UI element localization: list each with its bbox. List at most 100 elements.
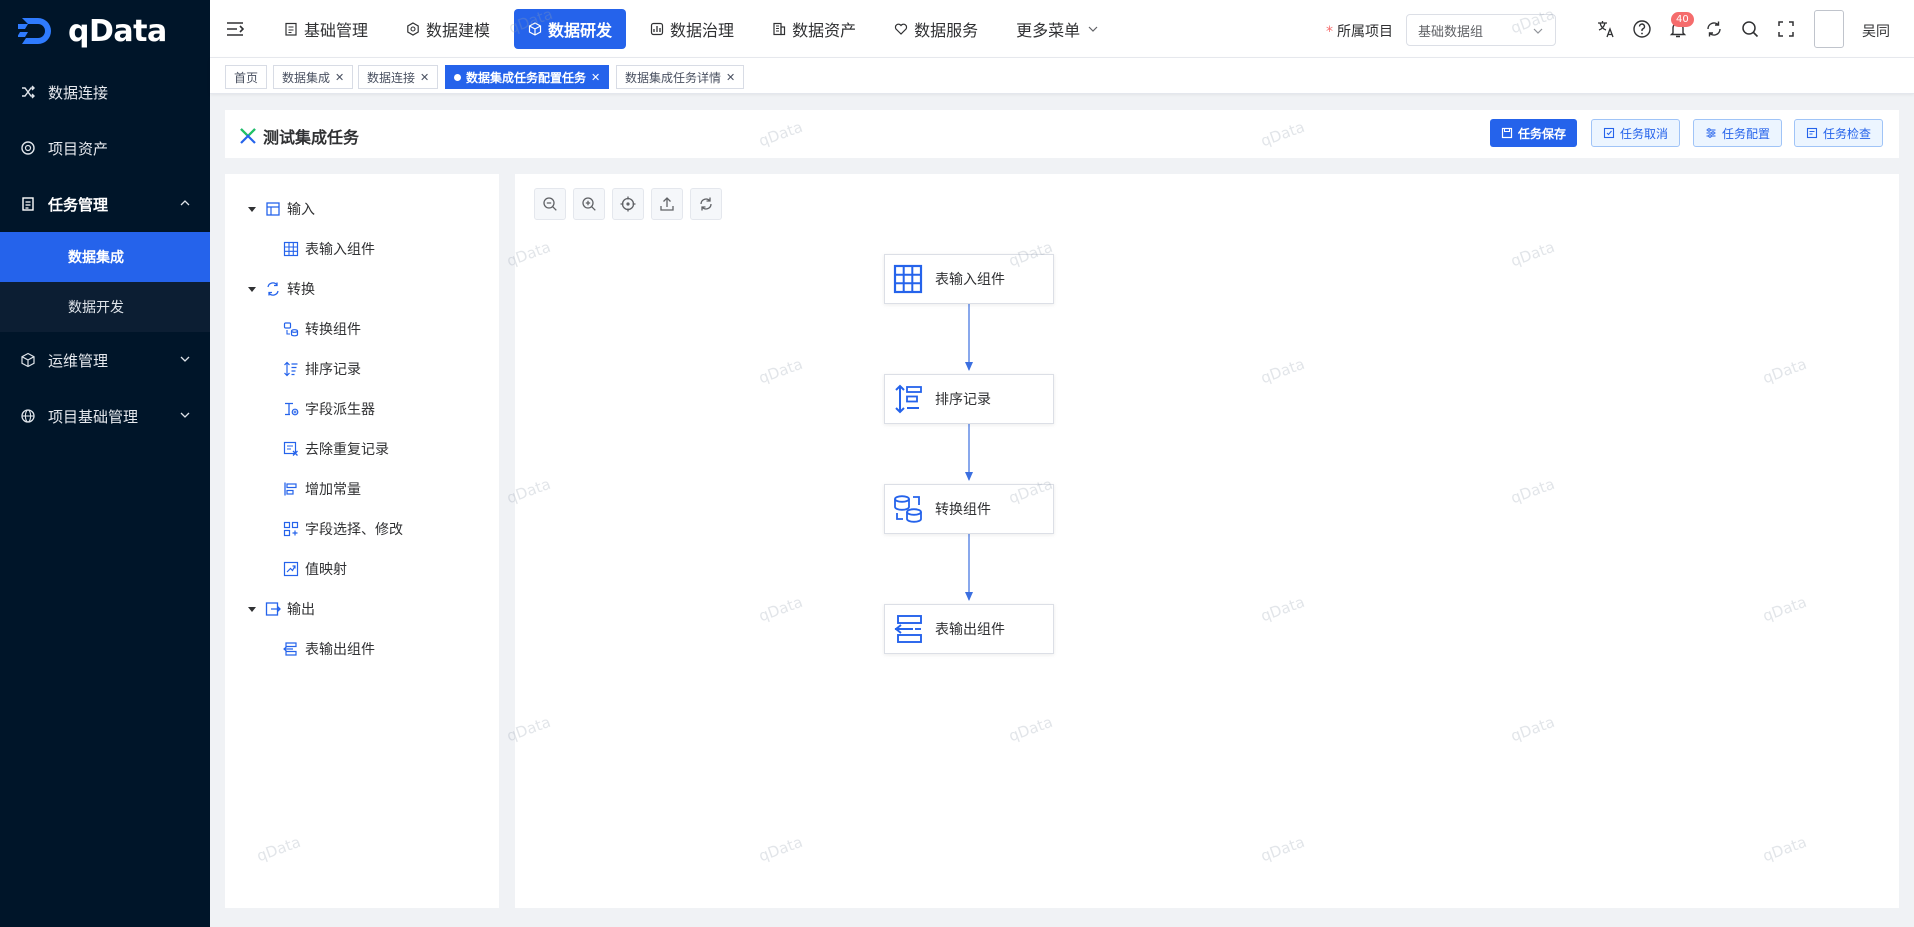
tag-label: 首页 [234,70,259,85]
sidebar-item-project-base-management[interactable]: 项目基础管理 [0,388,210,444]
tree-group-label: 输出 [287,602,315,618]
task-config-button[interactable]: 任务配置 [1693,119,1783,147]
flow-canvas[interactable]: 表输入组件 排序记录 转换组件 表输出组件 [515,174,1899,908]
tree-item-add-constant[interactable]: 增加常量 [283,477,361,501]
nav-label: 数据服务 [914,21,979,40]
caret-down-icon [248,607,256,612]
fullscreen-icon[interactable] [1776,19,1796,39]
tree-group-label: 输入 [287,202,315,218]
close-icon[interactable]: ✕ [726,71,735,84]
tree-item-table-output[interactable]: 表输出组件 [283,637,375,661]
tags-bar: 首页 数据集成 ✕ 数据连接 ✕ 数据集成任务配置任务 ✕ 数据集成任务详情 ✕ [210,58,1914,94]
button-label: 任务取消 [1620,126,1669,141]
tree-item-sort-records[interactable]: 排序记录 [283,357,361,381]
tree-item-table-input[interactable]: 表输入组件 [283,237,375,261]
settings-sliders-icon [1706,128,1716,138]
tag-integration-task-detail[interactable]: 数据集成任务详情 ✕ [616,65,745,89]
nav-data-governance[interactable]: 数据治理 [636,9,748,49]
document-icon [22,197,34,211]
sidebar: qData 数据连接 项目资产 任务管理 数据集成 数据开发 运维管理 项目基础… [0,0,210,927]
sidebar-item-ops-management[interactable]: 运维管理 [0,332,210,388]
add-constant-icon [284,482,297,496]
tag-integration-task-config[interactable]: 数据集成任务配置任务 ✕ [445,65,610,89]
logo-text: qData [68,13,167,49]
tag-data-integration[interactable]: 数据集成 ✕ [273,65,354,89]
tree-item-remove-duplicates[interactable]: 去除重复记录 [283,437,389,461]
search-icon[interactable] [1740,19,1760,39]
database-transform-icon [283,322,299,337]
project-select-value: 基础数据组 [1418,24,1484,40]
sidebar-item-project-assets[interactable]: 项目资产 [0,120,210,176]
tree-item-label: 排序记录 [305,362,361,378]
close-icon[interactable]: ✕ [591,71,600,84]
check-list-icon [1806,127,1818,139]
task-save-button[interactable]: 任务保存 [1490,119,1578,147]
flow-node-transform[interactable]: 转换组件 [884,484,1054,534]
nav-basic-management[interactable]: 基础管理 [270,9,382,49]
tag-data-connection[interactable]: 数据连接 ✕ [358,65,439,89]
translate-icon[interactable] [1596,19,1616,39]
project-label: * 所属项目 [1326,24,1393,40]
user-name[interactable]: 吴同 [1862,21,1890,41]
task-cancel-button[interactable]: 任务取消 [1591,119,1681,147]
project-label-text: 所属项目 [1337,24,1393,40]
sidebar-item-label: 数据连接 [48,83,109,102]
active-dot-icon [454,73,461,81]
sidebar-subitem-data-integration[interactable]: 数据集成 [0,232,210,282]
nav-data-development[interactable]: 数据研发 [514,9,627,49]
tag-home[interactable]: 首页 [225,65,268,89]
nav-data-assets[interactable]: 数据资产 [758,9,870,49]
task-header: 测试集成任务 任务保存 任务取消 任务配置 任务检查 [225,110,1899,158]
flow-node-table-output[interactable]: 表输出组件 [884,604,1054,654]
nav-data-modeling[interactable]: 数据建模 [392,9,504,49]
globe-icon [21,409,35,423]
nav-label: 数据资产 [792,21,857,40]
chevron-down-icon [180,412,190,418]
logo-icon [18,18,51,44]
nav-more-menu[interactable]: 更多菜单 [1002,9,1118,49]
nav-label: 数据治理 [670,21,735,40]
flow-node-table-input[interactable]: 表输入组件 [884,254,1054,304]
tag-label: 数据集成 [282,70,331,85]
sidebar-subitem-data-development[interactable]: 数据开发 [0,282,210,332]
tree-item-field-select-modify[interactable]: 字段选择、修改 [283,517,403,541]
menu-collapse-icon[interactable] [226,20,244,38]
project-select[interactable]: 基础数据组 [1406,14,1556,46]
refresh-icon[interactable] [1704,19,1724,39]
button-label: 任务保存 [1518,126,1567,141]
component-tree: 输入 表输入组件 转换 转换组件 排序记录 字段派生器 去除重复记录 增加常量 … [225,174,499,908]
close-icon[interactable]: ✕ [420,71,429,84]
flow-node-label: 转换组件 [935,502,991,518]
sidebar-item-data-connection[interactable]: 数据连接 [0,64,210,120]
logo[interactable]: qData [0,0,210,62]
top-bar: 基础管理 数据建模 数据研发 数据治理 数据资产 数据服务 更多菜单 * 所属项目… [210,0,1914,58]
help-icon[interactable] [1632,19,1652,39]
tree-item-label: 值映射 [305,562,347,578]
clipboard-icon [285,22,297,36]
output-group-icon [265,602,281,616]
tree-group-input[interactable]: 输入 [247,197,315,221]
tree-item-field-derivation[interactable]: 字段派生器 [283,397,375,421]
tag-label: 数据连接 [367,70,416,85]
nav-data-services[interactable]: 数据服务 [880,9,992,49]
tree-group-output[interactable]: 输出 [247,597,315,621]
tree-group-transform[interactable]: 转换 [247,277,315,301]
transform-group-icon [267,282,279,296]
nav-label: 更多菜单 [1016,21,1081,40]
cancel-edit-icon [1603,127,1615,139]
flow-node-sort-records[interactable]: 排序记录 [884,374,1054,424]
caret-down-icon [248,287,256,292]
sidebar-item-task-management[interactable]: 任务管理 [0,176,210,232]
tree-item-value-mapping[interactable]: 值映射 [283,557,347,581]
tree-group-label: 转换 [287,282,315,298]
tree-item-transform-component[interactable]: 转换组件 [283,317,361,341]
nav-label: 数据研发 [548,21,613,40]
flow-node-label: 表输出组件 [935,622,1005,638]
notification-badge: 40 [1671,12,1694,27]
flow-edges [965,274,973,601]
task-check-button[interactable]: 任务检查 [1794,119,1884,147]
close-icon[interactable]: ✕ [335,71,344,84]
tree-item-label: 转换组件 [305,322,361,338]
avatar[interactable] [1814,10,1844,48]
table-grid-icon [893,264,923,294]
